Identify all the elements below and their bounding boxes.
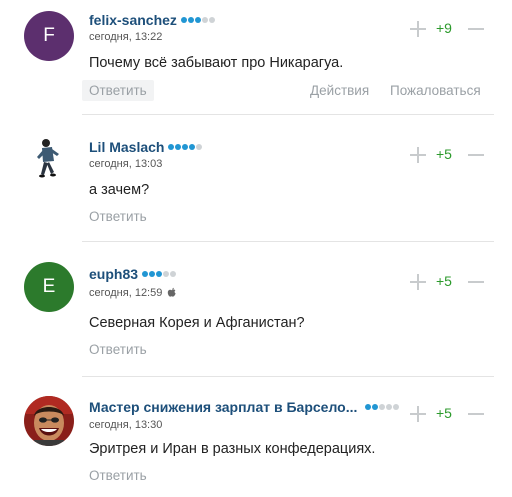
author-name: Lil Maslach — [89, 139, 165, 155]
level-dot — [189, 144, 196, 150]
comment-score: +5 — [436, 273, 452, 289]
comment-text: а зачем? — [89, 182, 150, 198]
complain-link[interactable]: Пожаловаться — [390, 83, 481, 98]
avatar[interactable]: E — [24, 262, 74, 312]
author-name: Мастер снижения зарплат в Барсело... — [89, 399, 358, 415]
level-dot — [393, 404, 400, 410]
comment-date-text: сегодня, 13:03 — [89, 158, 163, 170]
comment-divider — [82, 376, 494, 377]
avatar-letter: F — [43, 25, 55, 46]
avatar[interactable] — [24, 134, 74, 184]
level-dot — [196, 144, 203, 150]
apple-icon — [168, 287, 176, 297]
comment-text: Северная Корея и Афганистан? — [89, 315, 305, 331]
avatar[interactable]: F — [24, 11, 74, 61]
downvote-icon[interactable] — [468, 406, 484, 422]
level-dot — [379, 404, 386, 410]
level-dot — [142, 271, 149, 277]
reply-button[interactable]: Ответить — [82, 465, 154, 486]
downvote-icon[interactable] — [468, 274, 484, 290]
comment-author[interactable]: felix-sanchez — [89, 12, 215, 28]
comment-author[interactable]: Lil Maslach — [89, 139, 203, 155]
author-name: euph83 — [89, 266, 139, 282]
comment-score: +5 — [436, 405, 452, 421]
upvote-icon[interactable] — [410, 274, 426, 290]
level-dot — [180, 17, 187, 23]
reply-button[interactable]: Ответить — [82, 206, 154, 227]
level-dot — [175, 144, 182, 150]
level-dot — [163, 271, 170, 277]
comment-date: сегодня, 12:59 — [89, 287, 177, 299]
comment-divider — [82, 114, 494, 115]
upvote-icon[interactable] — [410, 21, 426, 37]
actions-link[interactable]: Действия — [310, 83, 369, 98]
smiling-man-avatar-icon — [24, 396, 74, 446]
avatar[interactable] — [24, 396, 74, 446]
comment-author[interactable]: Мастер снижения зарплат в Барсело... — [89, 399, 400, 415]
level-dot — [194, 17, 201, 23]
comment-score: +9 — [436, 20, 452, 36]
comment-date: сегодня, 13:03 — [89, 158, 162, 170]
comment-text: Эритрея и Иран в разных конфедерациях. — [89, 441, 376, 457]
user-level-indicator — [180, 17, 215, 23]
avatar-letter: E — [42, 276, 56, 297]
user-level-indicator — [142, 271, 177, 277]
level-dot — [365, 404, 372, 410]
comment-score: +5 — [436, 146, 452, 162]
comment-date: сегодня, 13:22 — [89, 31, 162, 43]
upvote-icon[interactable] — [410, 406, 426, 422]
comment-text: Почему всё забывают про Никарагуа. — [89, 55, 344, 71]
comment-author[interactable]: euph83 — [89, 266, 177, 282]
reply-button[interactable]: Ответить — [82, 80, 154, 101]
level-dot — [386, 404, 393, 410]
user-level-indicator — [365, 404, 400, 410]
user-level-indicator — [168, 144, 203, 150]
downvote-icon[interactable] — [468, 147, 484, 163]
downvote-icon[interactable] — [468, 21, 484, 37]
level-dot — [187, 17, 194, 23]
comment-date-text: сегодня, 12:59 — [89, 287, 163, 299]
upvote-icon[interactable] — [410, 147, 426, 163]
level-dot — [168, 144, 175, 150]
level-dot — [201, 17, 208, 23]
author-name: felix-sanchez — [89, 12, 177, 28]
level-dot — [372, 404, 379, 410]
level-dot — [208, 17, 215, 23]
comment-date: сегодня, 13:30 — [89, 419, 162, 431]
level-dot — [182, 144, 189, 150]
dancing-figure-avatar-icon — [37, 139, 59, 178]
comment-date-text: сегодня, 13:30 — [89, 419, 163, 431]
level-dot — [170, 271, 177, 277]
comment-date-text: сегодня, 13:22 — [89, 31, 163, 43]
level-dot — [156, 271, 163, 277]
reply-button[interactable]: Ответить — [82, 339, 154, 360]
comment-divider — [82, 241, 494, 242]
level-dot — [149, 271, 156, 277]
